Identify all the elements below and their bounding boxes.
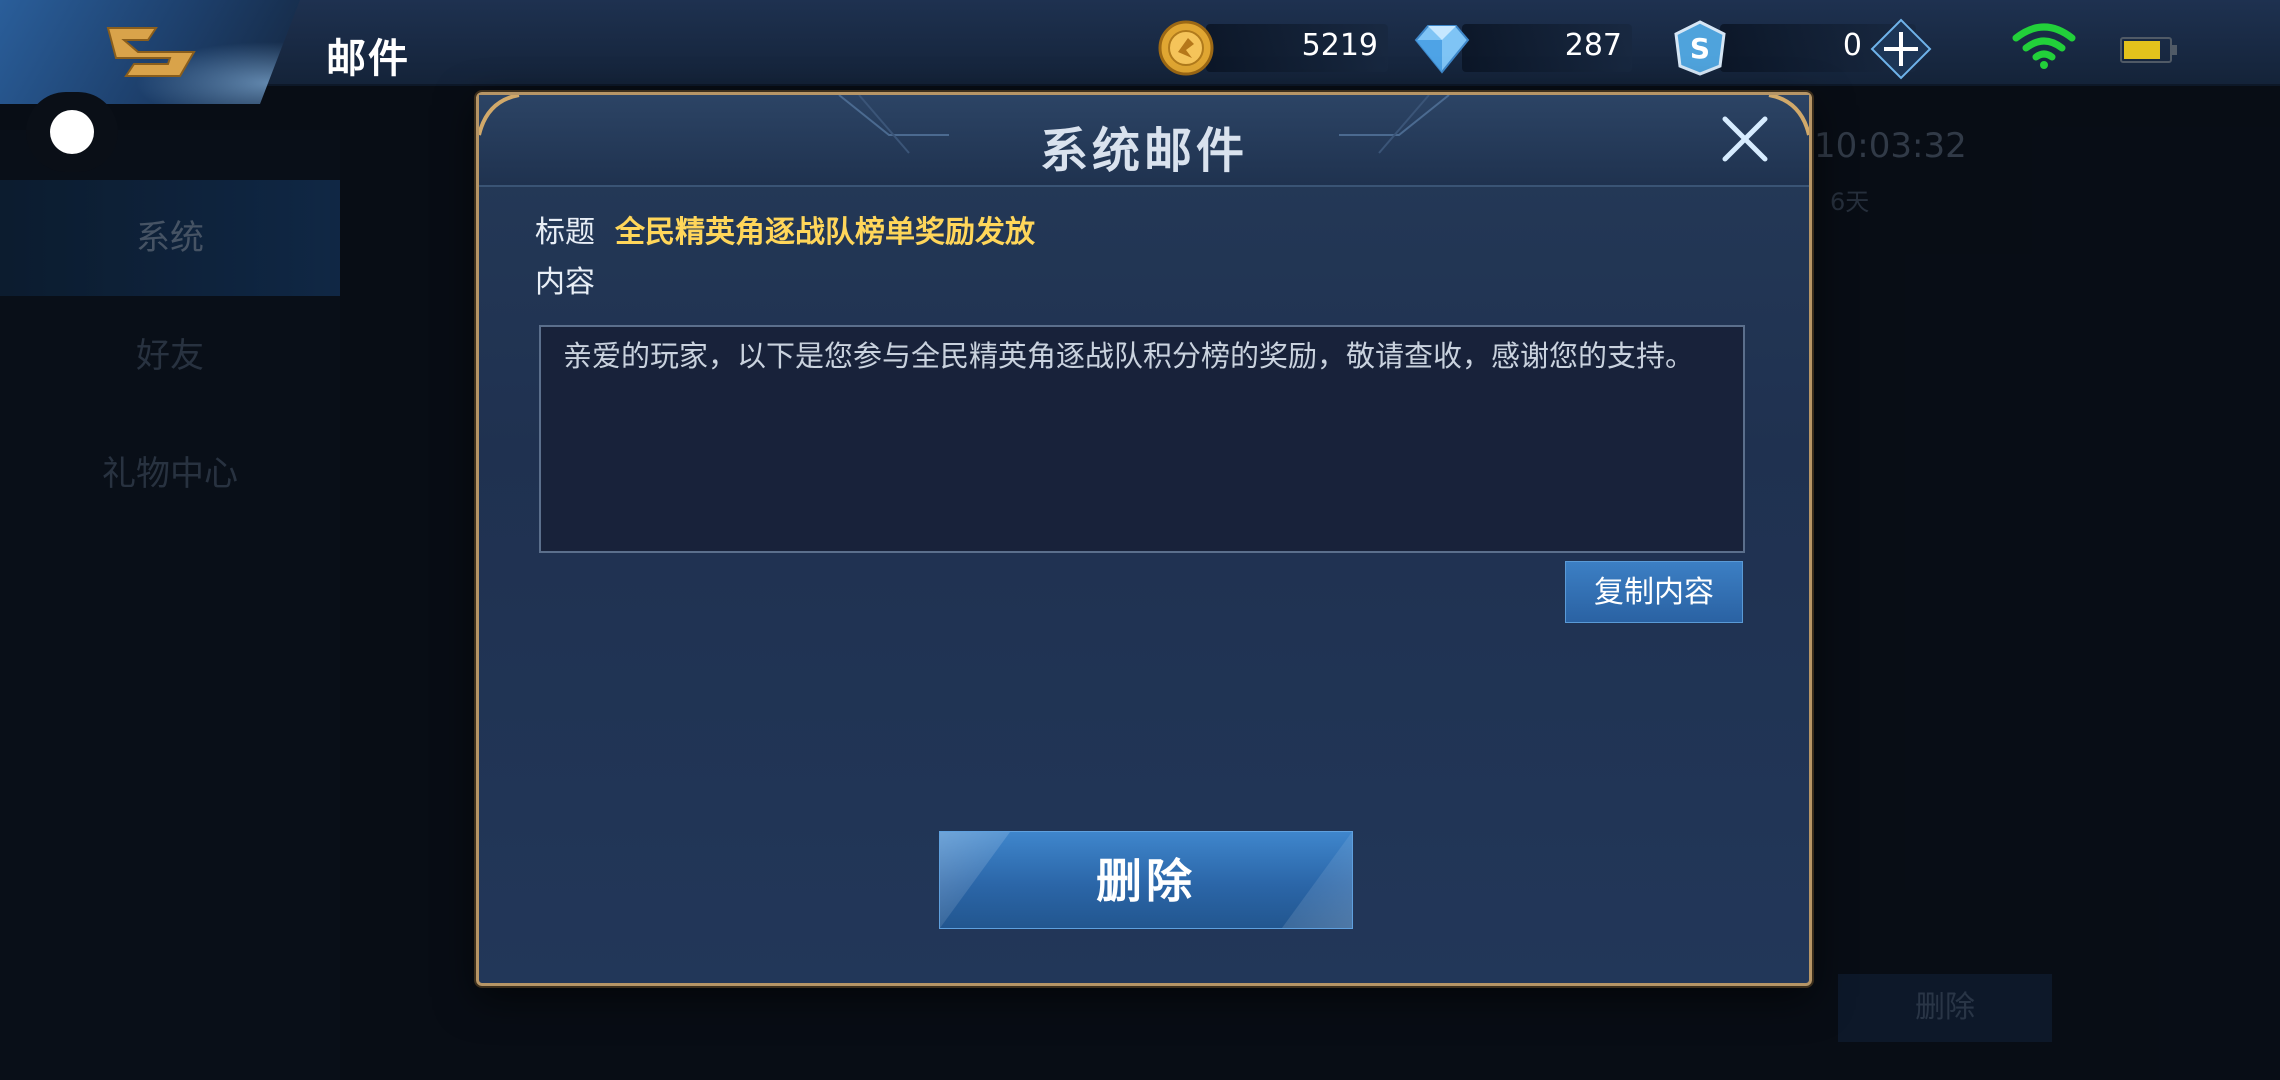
mail-content-box[interactable]: 亲爱的玩家，以下是您参与全民精英角逐战队积分榜的奖励，敬请查收，感谢您的支持。 [539, 325, 1745, 553]
mail-subject: 全民精英角逐战队榜单奖励发放 [615, 215, 1035, 250]
back-icon[interactable] [98, 18, 202, 82]
dialog-title: 系统邮件 [1039, 123, 1248, 179]
mail-content-text: 亲爱的玩家，以下是您参与全民精英角逐战队积分榜的奖励，敬请查收，感谢您的支持。 [563, 339, 1695, 373]
close-icon[interactable] [1717, 111, 1773, 167]
gold-amount: 5219 [1301, 28, 1378, 63]
delete-mail-button[interactable]: 删除 [939, 831, 1353, 929]
content-label: 内容 [535, 265, 595, 300]
gold-coin-icon [1158, 20, 1214, 76]
copy-content-button[interactable]: 复制内容 [1565, 561, 1743, 623]
subject-label: 标题 [535, 215, 595, 250]
ticket-currency: S 0 [1672, 20, 1916, 76]
diamond-icon [1414, 25, 1470, 74]
floating-assistant-button[interactable] [26, 92, 118, 172]
wifi-icon [2012, 23, 2076, 69]
ticket-icon: S [1674, 20, 1726, 76]
dialog-header: 系统邮件 [479, 95, 1809, 187]
diamond-amount: 287 [1564, 28, 1622, 63]
diamond-currency: 287 [1414, 20, 1632, 76]
system-mail-dialog: 系统邮件 标题 全民精英角逐战队榜单奖励发放 内容 亲爱的玩家，以下是您参与全民… [476, 92, 1812, 986]
add-icon[interactable] [1870, 18, 1932, 80]
svg-text:S: S [1690, 32, 1710, 65]
top-bar: 邮件 5219 287 S 0 [0, 0, 2280, 104]
battery-icon [2120, 37, 2177, 63]
page-title: 邮件 [326, 36, 410, 82]
ticket-amount: 0 [1842, 28, 1862, 63]
gold-currency: 5219 [1158, 20, 1388, 76]
